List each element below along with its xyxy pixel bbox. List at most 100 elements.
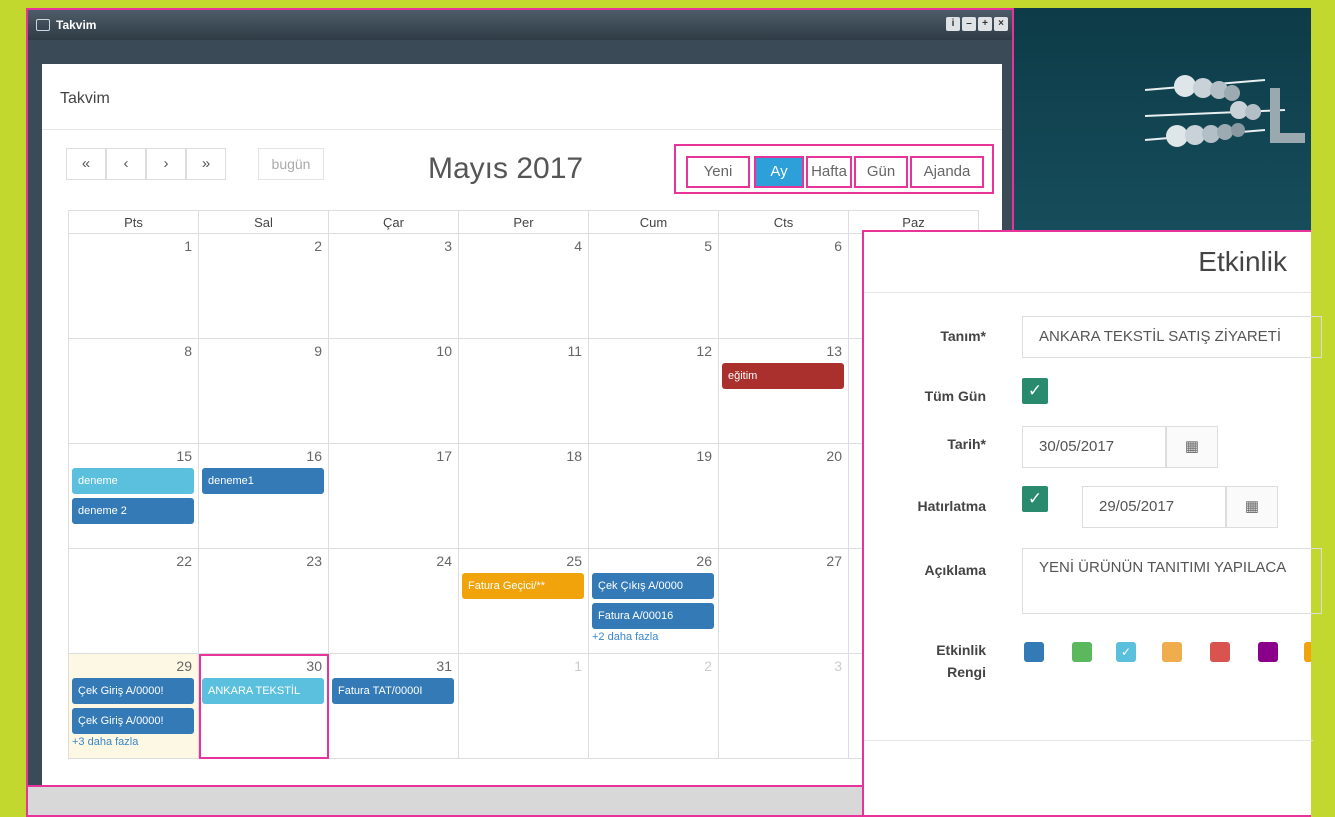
event-chip[interactable]: eğitim xyxy=(722,363,844,389)
day-cell[interactable]: 8 xyxy=(68,338,199,444)
definition-label: Tanım* xyxy=(940,328,986,344)
next-month-button[interactable]: › xyxy=(146,148,186,180)
event-chip[interactable]: Çek Giriş A/0000! xyxy=(72,708,194,734)
calendar-panel: Takvim « ‹ › » bugün Mayıs 2017 Yeni Ay … xyxy=(42,64,1002,794)
color-swatch-orange[interactable] xyxy=(1162,642,1182,662)
day-cell[interactable]: 22 xyxy=(68,548,199,654)
panel-heading: Takvim xyxy=(42,64,1002,130)
date-input[interactable]: 30/05/2017 xyxy=(1022,426,1166,468)
month-view-button[interactable]: Ay xyxy=(754,156,804,188)
event-chip[interactable]: deneme 2 xyxy=(72,498,194,524)
event-chip[interactable]: Fatura TAT/0000I xyxy=(332,678,454,704)
color-swatch-purple[interactable] xyxy=(1258,642,1278,662)
event-chip[interactable]: Fatura Geçici/** xyxy=(462,573,584,599)
day-number: 8 xyxy=(184,343,192,359)
more-events-link[interactable]: +3 daha fazla xyxy=(69,736,198,748)
description-textarea[interactable]: YENİ ÜRÜNÜN TANITIMI YAPILACA xyxy=(1022,548,1322,614)
day-number: 16 xyxy=(306,448,322,464)
week-row: 15 deneme deneme 2 16 deneme1 17 18 19 2… xyxy=(68,443,979,549)
agenda-view-button[interactable]: Ajanda xyxy=(910,156,984,188)
window-titlebar[interactable]: Takvim i – + × xyxy=(28,10,1012,40)
month-title: Mayıs 2017 xyxy=(428,152,584,185)
prev-year-button[interactable]: « xyxy=(66,148,106,180)
day-cell[interactable]: 31 Fatura TAT/0000I xyxy=(328,653,459,759)
prev-month-button[interactable]: ‹ xyxy=(106,148,146,180)
window-title: Takvim xyxy=(56,18,97,32)
day-cell[interactable]: 6 xyxy=(718,233,849,339)
week-row: 1 2 3 4 5 6 7 xyxy=(68,233,979,339)
check-icon: ✓ xyxy=(1120,645,1132,659)
day-cell[interactable]: 25 Fatura Geçici/** xyxy=(458,548,589,654)
date-picker-button[interactable]: ▦ xyxy=(1166,426,1218,468)
day-cell[interactable]: 9 xyxy=(198,338,329,444)
day-cell[interactable]: 2 xyxy=(588,653,719,759)
reminder-checkbox[interactable]: ✓ xyxy=(1022,486,1048,512)
week-row: 22 23 24 25 Fatura Geçici/** 26 Çek Çıkı… xyxy=(68,548,979,654)
day-cell[interactable]: 17 xyxy=(328,443,459,549)
reminder-date-input[interactable]: 29/05/2017 xyxy=(1082,486,1226,528)
day-cell[interactable]: 15 deneme deneme 2 xyxy=(68,443,199,549)
calendar-icon: ▦ xyxy=(1244,498,1260,515)
color-swatch-blue[interactable] xyxy=(1024,642,1044,662)
next-year-button[interactable]: » xyxy=(186,148,226,180)
day-cell[interactable]: 11 xyxy=(458,338,589,444)
day-cell[interactable]: 2 xyxy=(198,233,329,339)
day-cell[interactable]: 13 eğitim xyxy=(718,338,849,444)
day-number: 22 xyxy=(176,553,192,569)
day-cell[interactable]: 4 xyxy=(458,233,589,339)
event-chip[interactable]: deneme xyxy=(72,468,194,494)
day-cell[interactable]: 12 xyxy=(588,338,719,444)
day-number: 2 xyxy=(314,238,322,254)
description-label: Açıklama xyxy=(924,562,986,578)
color-swatch-lightblue[interactable]: ✓ xyxy=(1116,642,1136,662)
day-cell[interactable]: 24 xyxy=(328,548,459,654)
window-icon xyxy=(36,19,50,31)
day-cell[interactable]: 1 xyxy=(68,233,199,339)
day-cell[interactable]: 3 xyxy=(718,653,849,759)
event-chip[interactable]: Çek Çıkış A/0000 xyxy=(592,573,714,599)
day-cell-selected[interactable]: 30 ANKARA TEKSTİL xyxy=(198,653,329,759)
day-cell[interactable]: 20 xyxy=(718,443,849,549)
more-events-link[interactable]: +2 daha fazla xyxy=(589,631,718,643)
day-number: 27 xyxy=(826,553,842,569)
event-color-label-2: Rengi xyxy=(947,664,986,680)
definition-input[interactable]: ANKARA TEKSTİL SATIŞ ZİYARETİ xyxy=(1022,316,1322,358)
day-cell[interactable]: 10 xyxy=(328,338,459,444)
day-cell[interactable]: 27 xyxy=(718,548,849,654)
close-button[interactable]: × xyxy=(994,17,1008,31)
color-swatch-red[interactable] xyxy=(1210,642,1230,662)
weekday-header: Çar xyxy=(328,210,459,234)
weekday-header: Pts xyxy=(68,210,199,234)
week-view-button[interactable]: Hafta xyxy=(806,156,852,188)
info-button[interactable]: i xyxy=(946,17,960,31)
day-number: 17 xyxy=(436,448,452,464)
all-day-checkbox[interactable]: ✓ xyxy=(1022,378,1048,404)
minimize-button[interactable]: – xyxy=(962,17,976,31)
event-chip[interactable]: Çek Giriş A/0000! xyxy=(72,678,194,704)
day-cell[interactable]: 3 xyxy=(328,233,459,339)
event-color-label: Etkinlik xyxy=(936,642,986,658)
event-chip[interactable]: Fatura A/00016 xyxy=(592,603,714,629)
day-view-button[interactable]: Gün xyxy=(854,156,908,188)
color-swatch-green[interactable] xyxy=(1072,642,1092,662)
day-cell[interactable]: 23 xyxy=(198,548,329,654)
day-cell[interactable]: 5 xyxy=(588,233,719,339)
brand-logo-icon xyxy=(1144,75,1305,147)
day-cell-today[interactable]: 29 Çek Giriş A/0000! Çek Giriş A/0000! +… xyxy=(68,653,199,759)
reminder-label: Hatırlatma xyxy=(917,498,986,514)
new-event-button[interactable]: Yeni xyxy=(686,156,750,188)
day-cell[interactable]: 19 xyxy=(588,443,719,549)
day-number: 29 xyxy=(176,658,192,674)
day-cell[interactable]: 1 xyxy=(458,653,589,759)
event-chip[interactable]: deneme1 xyxy=(202,468,324,494)
day-number: 3 xyxy=(834,658,842,674)
day-cell[interactable]: 18 xyxy=(458,443,589,549)
color-swatch-amber[interactable] xyxy=(1304,642,1311,662)
reminder-date-picker-button[interactable]: ▦ xyxy=(1226,486,1278,528)
maximize-button[interactable]: + xyxy=(978,17,992,31)
day-cell[interactable]: 26 Çek Çıkış A/0000 Fatura A/00016 +2 da… xyxy=(588,548,719,654)
day-cell[interactable]: 16 deneme1 xyxy=(198,443,329,549)
day-number: 11 xyxy=(567,343,582,359)
today-button[interactable]: bugün xyxy=(258,148,324,180)
event-chip[interactable]: ANKARA TEKSTİL xyxy=(202,678,324,704)
